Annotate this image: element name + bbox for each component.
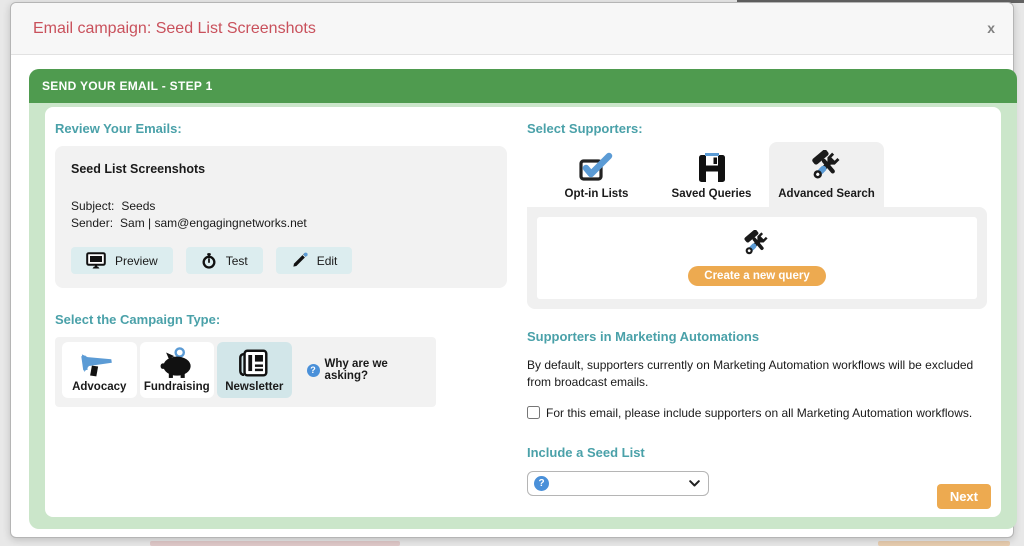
pencil-icon: [291, 252, 308, 269]
email-title: Seed List Screenshots: [71, 162, 491, 176]
sender-line: Sender: Sam | sam@engagingnetworks.net: [71, 215, 491, 232]
piggy-bank-icon: [157, 346, 197, 379]
automations-heading: Supporters in Marketing Automations: [527, 329, 987, 344]
tile-advocacy[interactable]: Advocacy: [62, 342, 137, 398]
edit-button-label: Edit: [317, 254, 338, 268]
tab-advanced-search[interactable]: Advanced Search: [769, 142, 884, 207]
seed-list-select[interactable]: ?: [527, 471, 709, 496]
close-icon[interactable]: x: [987, 3, 995, 54]
review-column: Review Your Emails: Seed List Screenshot…: [55, 121, 517, 407]
tile-newsletter[interactable]: Newsletter: [217, 342, 292, 398]
question-circle-icon: ?: [307, 364, 320, 377]
help-text: Why are we asking?: [325, 358, 432, 382]
tools-icon: [808, 150, 846, 184]
tile-newsletter-label: Newsletter: [225, 381, 283, 393]
test-button-label: Test: [226, 254, 248, 268]
edit-button[interactable]: Edit: [276, 247, 353, 274]
tools-icon: [741, 230, 773, 259]
email-campaign-modal: Email campaign: Seed List Screenshots x …: [10, 2, 1014, 538]
campaign-type-heading: Select the Campaign Type:: [55, 312, 517, 327]
include-automation-supporters-label: For this email, please include supporter…: [546, 406, 972, 420]
seed-list-heading: Include a Seed List: [527, 445, 987, 460]
supporters-tabs: Opt-in Lists Saved Querie: [527, 142, 987, 207]
checkbox-check-icon: [578, 152, 616, 184]
subject-line: Subject: Seeds: [71, 198, 491, 215]
floppy-disk-icon: [697, 152, 727, 184]
background-page-peek: [150, 541, 400, 546]
megaphone-icon: [79, 347, 119, 379]
next-button[interactable]: Next: [937, 484, 991, 509]
review-heading: Review Your Emails:: [55, 121, 517, 136]
step-banner: SEND YOUR EMAIL - STEP 1: [29, 69, 1017, 103]
tile-fundraising[interactable]: Fundraising: [140, 342, 215, 398]
preview-button[interactable]: Preview: [71, 247, 173, 274]
step-container: SEND YOUR EMAIL - STEP 1 Review Your Ema…: [29, 69, 1017, 529]
tab-advanced-search-label: Advanced Search: [778, 188, 875, 200]
advanced-search-panel: Create a new query: [527, 207, 987, 309]
automations-description: By default, supporters currently on Mark…: [527, 357, 987, 392]
email-card-buttons: Preview Test: [71, 247, 491, 274]
sender-label: Sender:: [71, 216, 113, 230]
why-are-we-asking-help[interactable]: ? Why are we asking?: [307, 358, 432, 382]
content-panel: Review Your Emails: Seed List Screenshot…: [45, 107, 1001, 517]
tab-opt-in-lists-label: Opt-in Lists: [565, 188, 629, 200]
monitor-icon: [86, 252, 106, 269]
modal-title: Email campaign: Seed List Screenshots: [33, 3, 316, 54]
tab-saved-queries[interactable]: Saved Queries: [654, 142, 769, 207]
newspaper-icon: [237, 348, 271, 379]
background-page-peek: [878, 541, 1010, 546]
subject-value: Seeds: [121, 199, 155, 213]
sender-value: Sam | sam@engagingnetworks.net: [120, 216, 307, 230]
stopwatch-icon: [201, 253, 217, 269]
tab-saved-queries-label: Saved Queries: [672, 188, 752, 200]
include-automation-supporters-checkbox[interactable]: [527, 406, 540, 419]
tile-fundraising-label: Fundraising: [144, 381, 210, 393]
tile-advocacy-label: Advocacy: [72, 381, 126, 393]
preview-button-label: Preview: [115, 254, 158, 268]
subject-label: Subject:: [71, 199, 114, 213]
create-new-query-button[interactable]: Create a new query: [688, 266, 825, 286]
email-card: Seed List Screenshots Subject: Seeds Send…: [55, 146, 507, 288]
supporters-column: Select Supporters: Opt-in Lists: [527, 121, 987, 496]
chevron-down-icon: [689, 480, 700, 487]
advanced-search-panel-inner: Create a new query: [537, 217, 977, 299]
campaign-type-strip: Advocacy: [55, 337, 436, 407]
tab-opt-in-lists[interactable]: Opt-in Lists: [539, 142, 654, 207]
modal-header: Email campaign: Seed List Screenshots x: [11, 3, 1013, 55]
select-supporters-heading: Select Supporters:: [527, 121, 987, 136]
question-circle-icon: ?: [534, 476, 549, 491]
test-button[interactable]: Test: [186, 247, 263, 274]
include-automation-supporters-row: For this email, please include supporter…: [527, 406, 987, 420]
